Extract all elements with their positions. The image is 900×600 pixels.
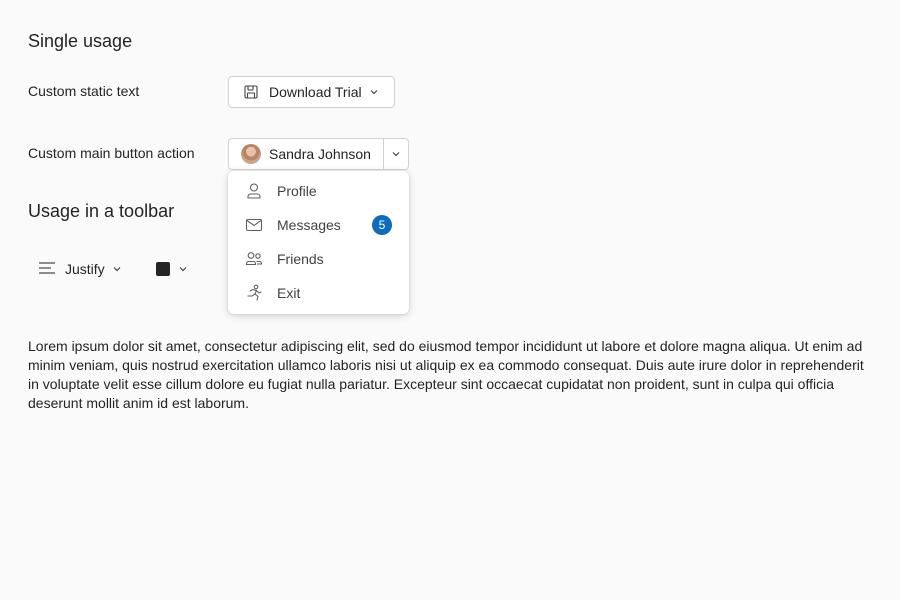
- section-title-single-usage: Single usage: [28, 31, 133, 51]
- user-main-button[interactable]: Sandra Johnson: [228, 138, 384, 170]
- download-trial-button[interactable]: Download Trial: [228, 76, 395, 108]
- menu-item-friends[interactable]: Friends: [228, 242, 409, 276]
- chevron-down-icon: [391, 149, 401, 159]
- menu-item-label: Exit: [277, 285, 301, 301]
- chevron-down-icon: [112, 261, 122, 277]
- download-trial-label: Download Trial: [269, 84, 362, 100]
- chevron-down-icon: [369, 87, 379, 97]
- menu-item-label: Friends: [277, 251, 324, 267]
- toolbar: Justify: [28, 251, 228, 287]
- menu-item-label: Profile: [277, 183, 317, 199]
- row-label-main-action: Custom main button action: [28, 145, 195, 161]
- row-label-static-text: Custom static text: [28, 83, 140, 99]
- section-title-toolbar-usage: Usage in a toolbar: [28, 201, 175, 221]
- align-justify-button[interactable]: Justify: [28, 253, 132, 285]
- avatar: [241, 144, 261, 164]
- run-icon: [244, 283, 264, 303]
- menu-item-exit[interactable]: Exit: [228, 276, 409, 310]
- save-icon: [243, 84, 259, 100]
- align-label: Justify: [65, 261, 105, 277]
- color-picker-button[interactable]: [146, 253, 198, 285]
- user-menu-toggle-button[interactable]: [383, 138, 409, 170]
- person-icon: [244, 181, 264, 201]
- messages-count-badge: 5: [372, 215, 392, 235]
- menu-item-messages[interactable]: Messages 5: [228, 208, 409, 242]
- menu-item-label: Messages: [277, 217, 341, 233]
- text-align-justify-icon: [38, 261, 56, 278]
- user-name-label: Sandra Johnson: [269, 146, 371, 162]
- menu-item-profile[interactable]: Profile: [228, 174, 409, 208]
- chevron-down-icon: [178, 261, 188, 277]
- lorem-paragraph: Lorem ipsum dolor sit amet, consectetur …: [28, 338, 864, 411]
- people-icon: [244, 249, 264, 269]
- color-swatch: [155, 262, 170, 276]
- user-menu-popup: Profile Messages 5 Friends Exit: [228, 171, 409, 314]
- mail-icon: [244, 215, 264, 235]
